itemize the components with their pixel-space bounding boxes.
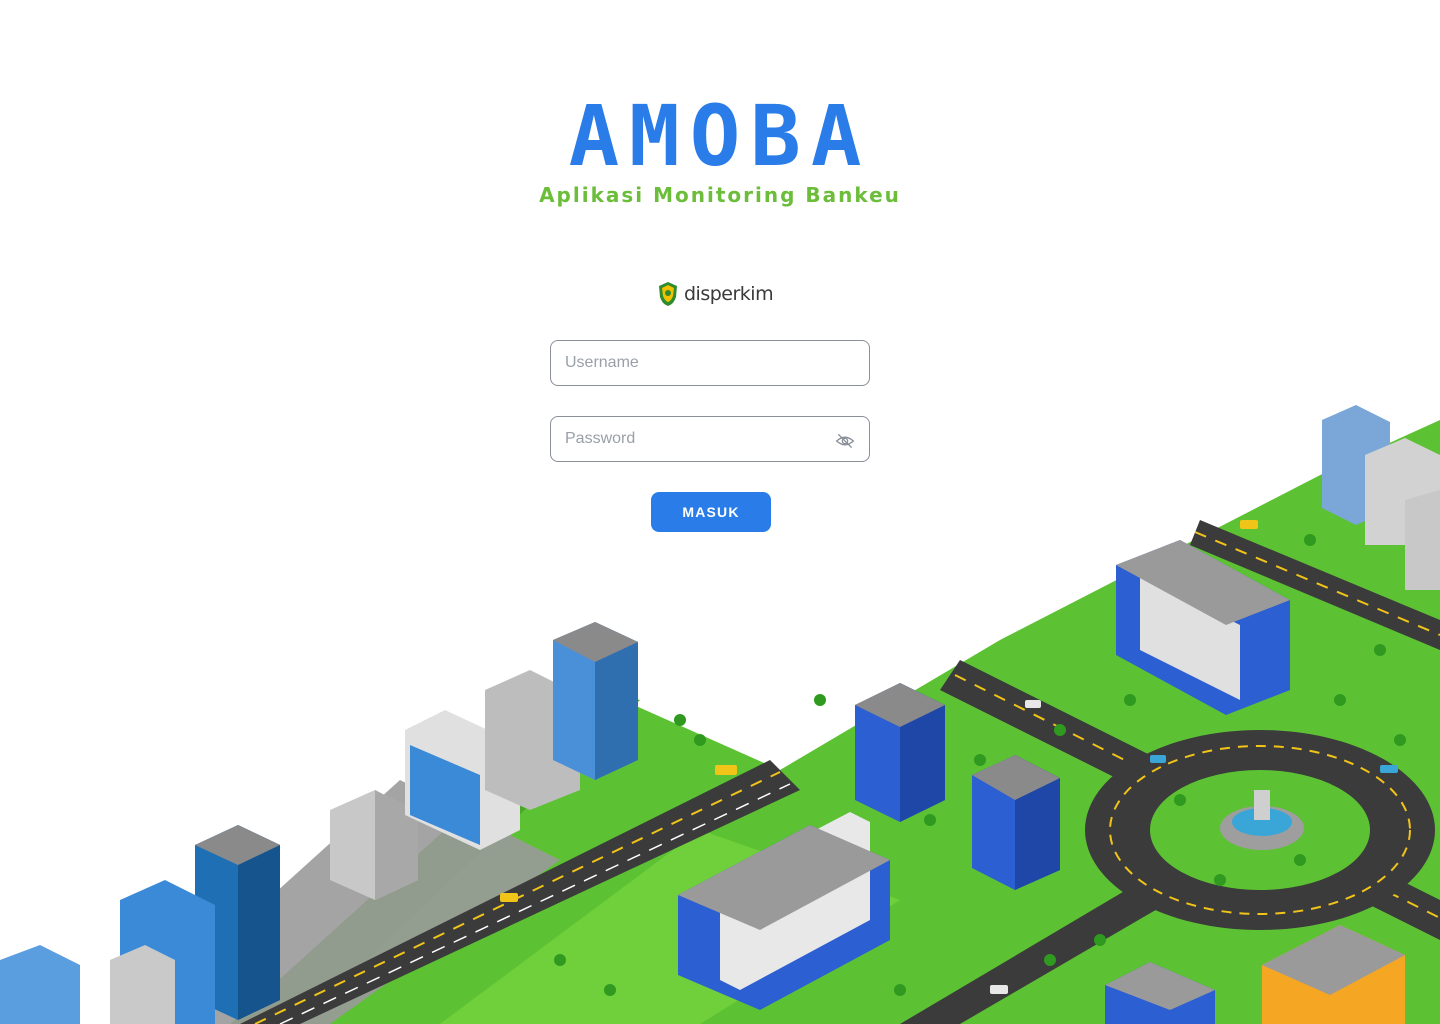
brand-name: disperkim	[684, 283, 774, 305]
app-title: AMOBA	[568, 87, 872, 185]
login-button[interactable]: MASUK	[651, 492, 771, 532]
province-emblem-icon	[659, 282, 677, 306]
username-field[interactable]	[550, 340, 870, 386]
app-subtitle: Aplikasi Monitoring Bankeu	[539, 183, 901, 207]
username-input[interactable]	[565, 341, 825, 385]
login-page: AMOBA Aplikasi Monitoring Bankeu disperk…	[0, 0, 1440, 1024]
brand-logo: disperkim	[657, 278, 774, 310]
password-field[interactable]	[550, 416, 870, 462]
eye-off-icon[interactable]	[835, 431, 855, 451]
password-input[interactable]	[565, 417, 825, 461]
